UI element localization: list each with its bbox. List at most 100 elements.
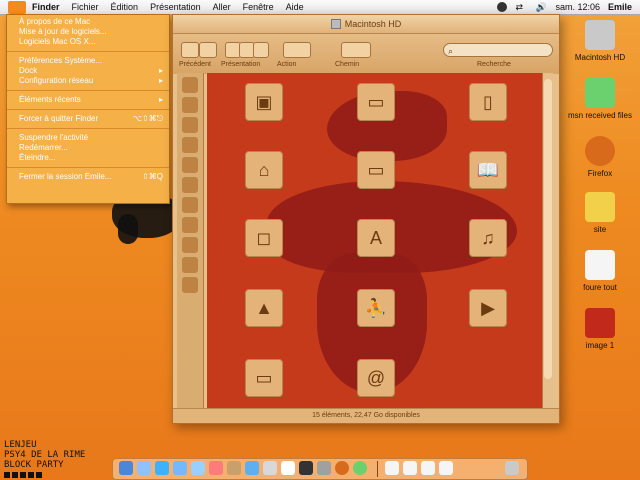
sidebar-utilities-icon[interactable] bbox=[182, 277, 198, 293]
menu-item-about[interactable]: À propos de ce Mac bbox=[7, 17, 169, 27]
picture-item[interactable]: ▲ bbox=[245, 289, 283, 327]
menu-separator bbox=[7, 51, 169, 52]
menu-item-software-update[interactable]: Mise à jour de logiciels... bbox=[7, 27, 169, 37]
corner-line-3: BLOCK PARTY bbox=[4, 460, 64, 470]
search-input[interactable]: ⌕ bbox=[443, 43, 553, 57]
vertical-scrollbar[interactable] bbox=[542, 73, 553, 409]
downloads-folder-icon[interactable] bbox=[439, 461, 453, 475]
view-columns-button[interactable] bbox=[253, 42, 269, 58]
movies-folder[interactable]: ▶ bbox=[469, 289, 507, 327]
corner-line-2: PSY4 DE LA RIME bbox=[4, 450, 86, 460]
scroll-thumb[interactable] bbox=[544, 79, 552, 379]
apple-icon[interactable] bbox=[8, 0, 26, 14]
mail-icon[interactable] bbox=[137, 461, 151, 475]
itunes-icon[interactable] bbox=[191, 461, 205, 475]
address-book-icon[interactable] bbox=[227, 461, 241, 475]
user-name[interactable]: Emile bbox=[608, 2, 632, 12]
forward-button[interactable] bbox=[199, 42, 217, 58]
menu-item-force-quit[interactable]: Forcer à quitter Finder ⌥⇧⌘⎋ bbox=[7, 114, 169, 124]
toolbar-label-search: Recherche bbox=[477, 61, 511, 68]
network-arrows-icon[interactable]: ⇄ bbox=[515, 2, 527, 12]
hard-drive-icon bbox=[585, 20, 615, 50]
firefox-icon[interactable] bbox=[335, 461, 349, 475]
menu-separator bbox=[7, 128, 169, 129]
desktop-icon-msn-received-files[interactable]: msn received files bbox=[560, 78, 640, 121]
menu-item-sleep[interactable]: Suspendre l'activité bbox=[7, 133, 169, 143]
clock[interactable]: sam. 12:06 bbox=[555, 2, 600, 12]
msn-icon[interactable] bbox=[353, 461, 367, 475]
desktop-icon-foure-tout[interactable]: foure tout bbox=[560, 250, 640, 293]
menu-aide[interactable]: Aide bbox=[280, 0, 310, 14]
sidebar-music-icon[interactable] bbox=[182, 237, 198, 253]
applications-folder[interactable]: A bbox=[357, 219, 395, 257]
menu-fenetre[interactable]: Fenêtre bbox=[237, 0, 280, 14]
documents-folder-icon[interactable] bbox=[403, 461, 417, 475]
toolbar-label-path: Chemin bbox=[335, 61, 360, 68]
system-preferences-icon[interactable] bbox=[317, 461, 331, 475]
document-item[interactable]: ▯ bbox=[469, 83, 507, 121]
music-folder[interactable]: ♫ bbox=[469, 219, 507, 257]
applications-folder-icon[interactable] bbox=[421, 461, 435, 475]
desktop-icon-firefox[interactable]: Firefox bbox=[560, 136, 640, 179]
sidebar-font-icon[interactable] bbox=[182, 257, 198, 273]
app-item[interactable]: ◻ bbox=[245, 219, 283, 257]
desktop-label: image 1 bbox=[585, 341, 615, 350]
preview-icon[interactable] bbox=[263, 461, 277, 475]
sidebar-home-icon[interactable] bbox=[182, 117, 198, 133]
volume-icon[interactable]: 🔊 bbox=[535, 2, 547, 12]
file-image[interactable]: ▣ bbox=[245, 83, 283, 121]
spotlight-icon[interactable] bbox=[497, 2, 508, 12]
submenu-arrow-icon: ▸ bbox=[158, 66, 163, 75]
public-folder[interactable]: ⛹ bbox=[357, 289, 395, 327]
status-bar: 15 éléments, 22,47 Go disponibles bbox=[173, 408, 559, 423]
sidebar-pictures-icon[interactable] bbox=[182, 197, 198, 213]
ical-icon[interactable] bbox=[209, 461, 223, 475]
sidebar-network-icon[interactable] bbox=[182, 77, 198, 93]
finder-icon[interactable] bbox=[119, 461, 133, 475]
menu-fichier[interactable]: Fichier bbox=[66, 0, 105, 14]
menu-item-system-preferences[interactable]: Préférences Système... bbox=[7, 56, 169, 66]
menu-item-restart[interactable]: Redémarrer... bbox=[7, 143, 169, 153]
tree-silhouette bbox=[118, 214, 138, 244]
sidebar-desktop-icon[interactable] bbox=[182, 157, 198, 173]
sidebar-documents-icon[interactable] bbox=[182, 177, 198, 193]
action-button[interactable] bbox=[283, 42, 311, 58]
folder-icon bbox=[585, 192, 615, 222]
menu-item-recent[interactable]: Éléments récents ▸ bbox=[7, 95, 169, 105]
folder-item[interactable]: ▭ bbox=[357, 83, 395, 121]
menu-item-mac-os-x-software[interactable]: Logiciels Mac OS X... bbox=[7, 37, 169, 47]
menu-item-dock[interactable]: Dock ▸ bbox=[7, 66, 169, 76]
book-folder[interactable]: 📖 bbox=[469, 151, 507, 189]
menu-aller[interactable]: Aller bbox=[207, 0, 237, 14]
window-titlebar[interactable]: Macintosh HD bbox=[173, 15, 559, 34]
trash-icon[interactable] bbox=[505, 461, 519, 475]
textedit-icon[interactable] bbox=[281, 461, 295, 475]
sites-folder[interactable]: @ bbox=[357, 359, 395, 397]
menu-edition[interactable]: Édition bbox=[105, 0, 145, 14]
folder-item[interactable]: ▭ bbox=[357, 151, 395, 189]
path-button[interactable] bbox=[341, 42, 371, 58]
apple-menu-dropdown: À propos de ce Mac Mise à jour de logici… bbox=[6, 14, 170, 204]
home-folder-icon[interactable] bbox=[385, 461, 399, 475]
menu-item-shutdown[interactable]: Éteindre... bbox=[7, 153, 169, 163]
menu-item-logout[interactable]: Fermer la session Emile... ⇧⌘Q bbox=[7, 172, 169, 182]
desktop-icon-site[interactable]: site bbox=[560, 192, 640, 235]
ichat-icon[interactable] bbox=[155, 461, 169, 475]
menu-finder[interactable]: Finder bbox=[26, 0, 66, 14]
desktop-icon-macintosh-hd[interactable]: Macintosh HD bbox=[560, 20, 640, 63]
home-folder[interactable]: ⌂ bbox=[245, 151, 283, 189]
iphoto-icon[interactable] bbox=[245, 461, 259, 475]
sidebar-movies-icon[interactable] bbox=[182, 217, 198, 233]
desktop-icon-image-1[interactable]: image 1 bbox=[560, 308, 640, 351]
safari-icon[interactable] bbox=[173, 461, 187, 475]
terminal-icon[interactable] bbox=[299, 461, 313, 475]
back-button[interactable] bbox=[181, 42, 199, 58]
folder-item[interactable]: ▭ bbox=[245, 359, 283, 397]
sidebar-applications-icon[interactable] bbox=[182, 137, 198, 153]
shortcut: ⇧⌘Q bbox=[142, 172, 163, 181]
desktop-corner-text: LENJEU PSY4 DE LA RIME BLOCK PARTY bbox=[4, 440, 85, 470]
menu-item-network[interactable]: Configuration réseau ▸ bbox=[7, 76, 169, 86]
menu-presentation[interactable]: Présentation bbox=[144, 0, 207, 14]
sidebar-user-icon[interactable] bbox=[182, 97, 198, 113]
firefox-icon bbox=[585, 136, 615, 166]
